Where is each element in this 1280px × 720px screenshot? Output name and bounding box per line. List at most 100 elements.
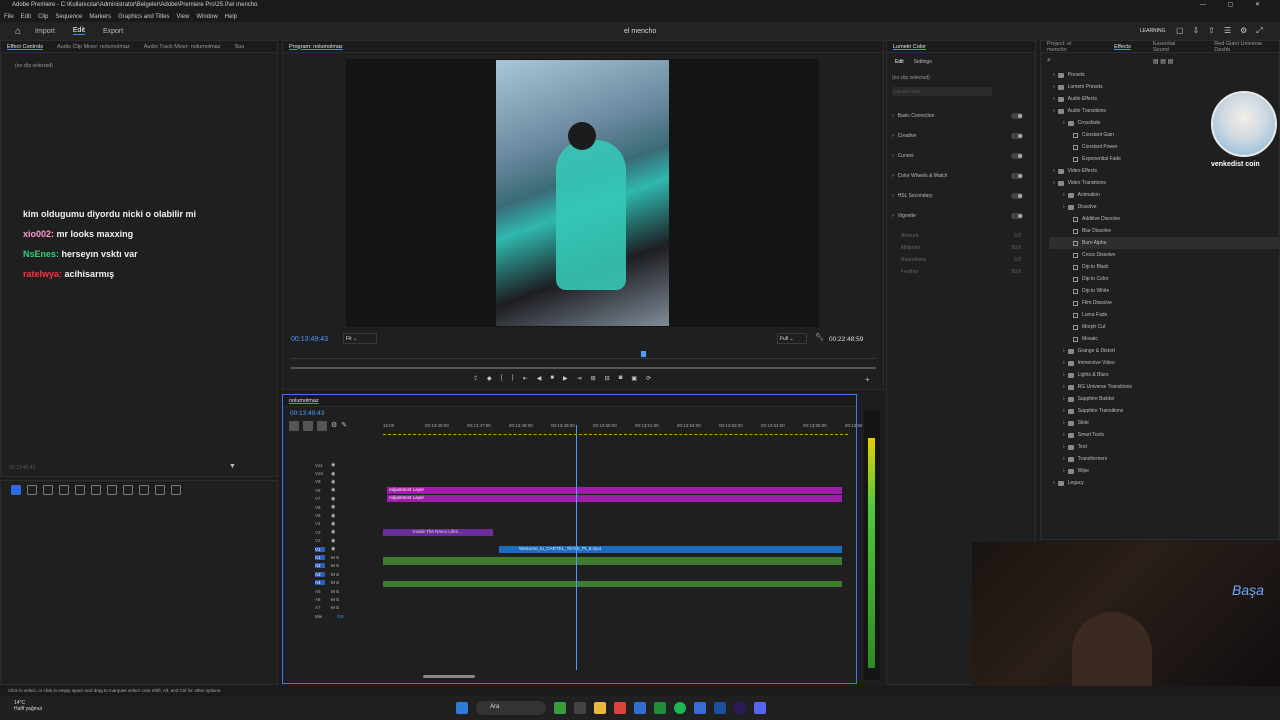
steam-icon[interactable] — [714, 702, 726, 714]
menu-help[interactable]: Help — [225, 14, 237, 20]
window-controls[interactable]: — ▢ ✕ — [1200, 0, 1270, 11]
mute-solo-icon[interactable]: M S — [331, 589, 339, 594]
tab-audio-clip-mixer[interactable]: Audio Clip Mixer: nolumolmaz — [57, 44, 130, 50]
taskbar-app-icon[interactable] — [554, 702, 566, 714]
section-toggle[interactable] — [1011, 133, 1023, 139]
audio-track-header[interactable]: A4 M S — [283, 578, 383, 586]
lumetri-section[interactable]: › HSL Secondary — [887, 186, 1035, 206]
effects-folder[interactable]: › RG Universe Transitions — [1049, 381, 1279, 393]
section-toggle[interactable] — [1011, 173, 1023, 179]
vignette-param[interactable]: Roundness 0,0 — [901, 254, 1035, 266]
effects-item[interactable]: Luma Fade — [1049, 309, 1279, 321]
lumetri-dropdown[interactable]: Lumetri Color — [892, 87, 992, 96]
fit-tool-icon[interactable] — [171, 485, 181, 495]
video-track-header[interactable]: V8 ◉ — [283, 486, 383, 494]
effects-folder[interactable]: › Sapphire Transitions — [1049, 405, 1279, 417]
lumetri-section[interactable]: › Vignette — [887, 206, 1035, 226]
vignette-param[interactable]: Feather 50,0 — [901, 266, 1035, 278]
program-playhead[interactable] — [641, 351, 646, 357]
effects-folder[interactable]: › Grange & Distort — [1049, 345, 1279, 357]
xbox-icon[interactable] — [654, 702, 666, 714]
program-monitor-title[interactable]: Program: nolumolmaz — [289, 44, 343, 50]
workspace-icons[interactable]: ▢⇩⇧☰⚙⤢ — [1176, 26, 1272, 36]
lumetri-section[interactable]: › Curves — [887, 146, 1035, 166]
time-ruler[interactable]: 15:00 00:13:46:00 00:13:47:00 00:13:48:00 00… — [383, 421, 863, 435]
video-track-header[interactable]: V1 ◉ — [283, 545, 383, 553]
add-button-icon[interactable]: + — [865, 375, 870, 384]
effects-item[interactable]: Cross Dissolve — [1049, 249, 1279, 261]
eye-icon[interactable]: ◉ — [331, 471, 335, 477]
vignette-param[interactable]: Amount 0,0 — [901, 230, 1035, 242]
section-toggle[interactable] — [1011, 153, 1023, 159]
add-marker-icon[interactable]: ◆ — [487, 375, 492, 382]
eye-icon[interactable]: ◉ — [331, 496, 335, 502]
eye-icon[interactable]: ◉ — [331, 462, 335, 468]
effects-item[interactable]: Additive Dissolve — [1049, 213, 1279, 225]
lumetri-tab-settings[interactable]: Settings — [914, 59, 932, 65]
linked-selection-icon[interactable] — [303, 421, 313, 431]
lumetri-tab-edit[interactable]: Edit — [895, 59, 904, 65]
learning-label[interactable]: LEARNING — [1140, 28, 1166, 34]
audio-track-header[interactable]: A3 M S — [283, 570, 383, 578]
section-toggle[interactable] — [1011, 213, 1023, 219]
file-explorer-icon[interactable] — [594, 702, 606, 714]
track-select-tool-icon[interactable] — [27, 485, 37, 495]
section-toggle[interactable] — [1011, 193, 1023, 199]
effects-item[interactable]: Morph Cut — [1049, 321, 1279, 333]
step-back-icon[interactable]: ◀ — [537, 375, 542, 382]
mark-out-icon[interactable]: } — [512, 375, 514, 382]
search-icon[interactable]: ⌕ — [1047, 57, 1051, 65]
add-marker-timeline-icon[interactable] — [317, 421, 327, 431]
weather-widget[interactable]: 14°C Hafif yağmur — [14, 700, 42, 712]
tab-red-giant[interactable]: Red Giant Universe Dashb — [1214, 41, 1279, 53]
tab-essential-sound[interactable]: Essential Sound — [1153, 41, 1192, 53]
effects-search-input[interactable] — [1055, 57, 1145, 65]
effects-folder[interactable]: › Sapphire Builder — [1049, 393, 1279, 405]
timeline-scrollbar[interactable] — [423, 675, 475, 678]
menu-sequence[interactable]: Sequence — [55, 14, 82, 20]
insert-icon[interactable]: ⊞ — [591, 375, 596, 382]
clip-audio-a1[interactable] — [383, 557, 842, 565]
clip-adjustment-layer-1[interactable]: Adjustment Layer — [387, 487, 842, 494]
export-frame-icon[interactable]: ⇪ — [473, 375, 478, 382]
home-icon[interactable]: ⌂ — [15, 26, 21, 37]
chrome-icon[interactable] — [614, 702, 626, 714]
eye-icon[interactable]: ◉ — [331, 529, 335, 535]
mute-solo-icon[interactable]: M S — [331, 572, 339, 577]
tab-effects[interactable]: Effects — [1114, 44, 1131, 50]
eye-icon[interactable]: ◉ — [331, 513, 335, 519]
hand-tool-icon[interactable] — [139, 485, 149, 495]
timeline-playhead-line[interactable] — [576, 425, 577, 670]
windows-start-icon[interactable] — [456, 702, 468, 714]
video-track-header[interactable]: V4 ◉ — [283, 520, 383, 528]
program-ruler[interactable] — [291, 353, 876, 359]
go-to-out-icon[interactable]: ⇥ — [577, 375, 582, 382]
sequence-tab[interactable]: nolumolmaz — [289, 398, 319, 404]
lumetri-section[interactable]: › Color Wheels & Match — [887, 166, 1035, 186]
selection-tool-icon[interactable] — [11, 485, 21, 495]
effects-folder[interactable]: › Legacy — [1049, 477, 1279, 489]
vignette-param[interactable]: Midpoint 50,0 — [901, 242, 1035, 254]
tab-audio-track-mixer[interactable]: Audio Track Mixer: nolumolmaz — [144, 44, 221, 50]
menu-file[interactable]: File — [4, 14, 14, 20]
audio-track-header[interactable]: A1 M S — [283, 553, 383, 561]
menu-clip[interactable]: Clip — [38, 14, 48, 20]
effects-item[interactable]: Dip to Color — [1049, 273, 1279, 285]
quality-dropdown[interactable]: Full ⌄ — [777, 333, 807, 344]
menu-markers[interactable]: Markers — [89, 14, 111, 20]
filter-icon[interactable]: ▼ — [229, 463, 236, 470]
clip-welcome[interactable]: Welcome_to_CARTEL_TikTok_Pt_6.mp4 — [499, 546, 842, 553]
lumetri-section[interactable]: › Basic Correction — [887, 106, 1035, 126]
spotify-icon[interactable] — [674, 702, 686, 714]
effects-item[interactable]: Dip to Black — [1049, 261, 1279, 273]
effects-item[interactable]: Burn Alpha — [1049, 237, 1279, 249]
accelerated-filter-icon[interactable]: ▤ ▤ ▤ — [1153, 58, 1173, 65]
effects-folder[interactable]: › Immersive Video — [1049, 357, 1279, 369]
effects-folder[interactable]: › Transformers — [1049, 453, 1279, 465]
slip-tool-icon[interactable] — [75, 485, 85, 495]
effects-folder[interactable]: › Lights & Blurs — [1049, 369, 1279, 381]
effects-folder[interactable]: › Presets — [1049, 69, 1279, 81]
menu-edit[interactable]: Edit — [21, 14, 31, 20]
settings-wrench-icon[interactable]: 🔧︎ — [815, 333, 824, 341]
effects-item[interactable]: Dip to White — [1049, 285, 1279, 297]
